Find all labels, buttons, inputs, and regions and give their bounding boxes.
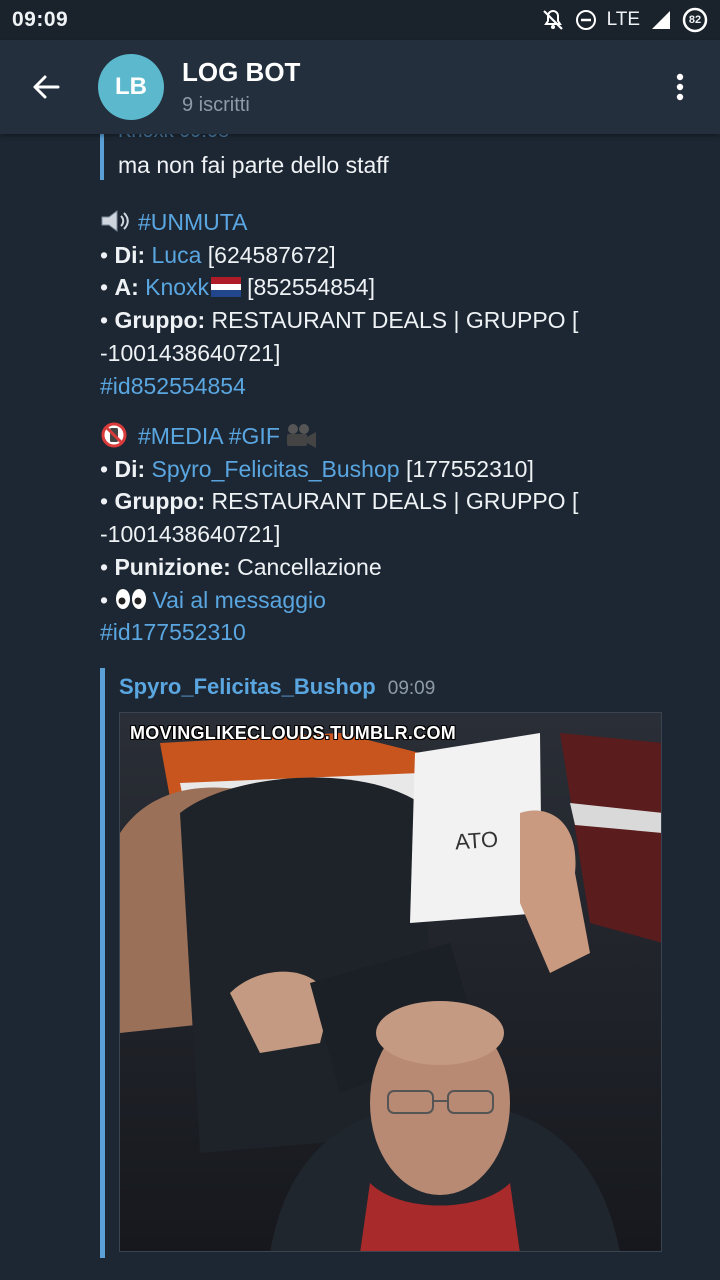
back-button[interactable]	[0, 40, 92, 134]
log-message-media: #MEDIA #GIF • Di: Spyro_Felicitas_Bushop…	[100, 422, 579, 646]
hashtag-unmuta[interactable]: #UNMUTA	[138, 209, 247, 235]
channel-subscribers: 9 iscritti	[182, 94, 250, 116]
eyes-icon	[116, 588, 147, 609]
hashtag-user-id[interactable]: #id177552310	[100, 619, 246, 645]
notifications-off-icon	[541, 8, 565, 32]
channel-title: LOG BOT	[182, 57, 301, 87]
punizione-label: Punizione:	[114, 553, 231, 580]
channel-avatar[interactable]: LB	[98, 54, 164, 120]
group-id: -1001438640721]	[100, 339, 281, 366]
battery-icon: 82	[682, 7, 708, 33]
reply-author: Knoxk 09:08	[118, 134, 229, 143]
media-quote: Spyro_Felicitas_Bushop 09:09 MOVINGLIKEC…	[100, 668, 662, 1258]
signal-icon	[650, 9, 672, 31]
gruppo-label: Gruppo:	[114, 488, 206, 515]
status-time: 09:09	[12, 8, 69, 31]
log-message-unmuta: #UNMUTA • Di: Luca [624587672] • A: Knox…	[100, 209, 579, 399]
channel-info[interactable]: LOG BOT 9 iscritti	[182, 57, 300, 117]
punizione-value: Cancellazione	[237, 553, 382, 580]
do-not-disturb-icon	[575, 9, 597, 31]
chat-area[interactable]: Knoxk 09:08 ma non fai parte dello staff…	[0, 134, 720, 1280]
di-label: Di:	[114, 455, 146, 482]
user-id-luca: [624587672]	[207, 241, 336, 268]
status-icons: LTE 82	[541, 7, 708, 33]
arrow-back-icon	[33, 75, 60, 99]
reply-message-text: ma non fai parte dello staff	[118, 152, 389, 178]
network-type: LTE	[606, 9, 640, 30]
status-bar: 09:09 LTE 82	[0, 0, 720, 40]
group-id: -1001438640721]	[100, 521, 281, 548]
di-label: Di:	[114, 241, 146, 268]
movie-camera-icon	[286, 424, 316, 448]
hashtag-user-id[interactable]: #id852554854	[100, 373, 246, 399]
hashtag-media-gif[interactable]: #MEDIA #GIF	[138, 423, 280, 449]
go-to-message-link[interactable]: Vai al messaggio	[152, 587, 325, 613]
speaker-icon	[101, 210, 129, 232]
chat-header: LB LOG BOT 9 iscritti	[0, 40, 720, 134]
user-link-spyro[interactable]: Spyro_Felicitas_Bushop	[152, 456, 400, 482]
user-link-knoxk[interactable]: Knoxk	[145, 274, 209, 300]
user-link-luca[interactable]: Luca	[152, 242, 202, 268]
gif-image	[120, 713, 661, 1251]
gif-watermark: MOVINGLIKECLOUDS.TUMBLR.COM	[130, 723, 457, 743]
group-name: RESTAURANT DEALS | GRUPPO [	[211, 488, 579, 515]
netherlands-flag-icon	[211, 277, 242, 298]
group-name: RESTAURANT DEALS | GRUPPO [	[211, 307, 579, 334]
no-mobile-phones-icon	[101, 422, 127, 448]
gif-preview[interactable]: MOVINGLIKECLOUDS.TUMBLR.COM ATO	[119, 712, 662, 1252]
media-header: Spyro_Felicitas_Bushop 09:09	[119, 674, 435, 700]
more-options-button[interactable]	[640, 40, 720, 134]
user-id-knoxk: [852554854]	[247, 274, 375, 301]
more-vertical-icon	[676, 73, 684, 101]
media-time: 09:09	[387, 678, 436, 699]
gruppo-label: Gruppo:	[114, 307, 206, 334]
card-text: ATO	[454, 826, 499, 855]
a-label: A:	[114, 274, 139, 301]
user-id-spyro: [177552310]	[405, 455, 534, 482]
media-author[interactable]: Spyro_Felicitas_Bushop	[119, 674, 376, 700]
battery-level: 82	[688, 14, 702, 26]
